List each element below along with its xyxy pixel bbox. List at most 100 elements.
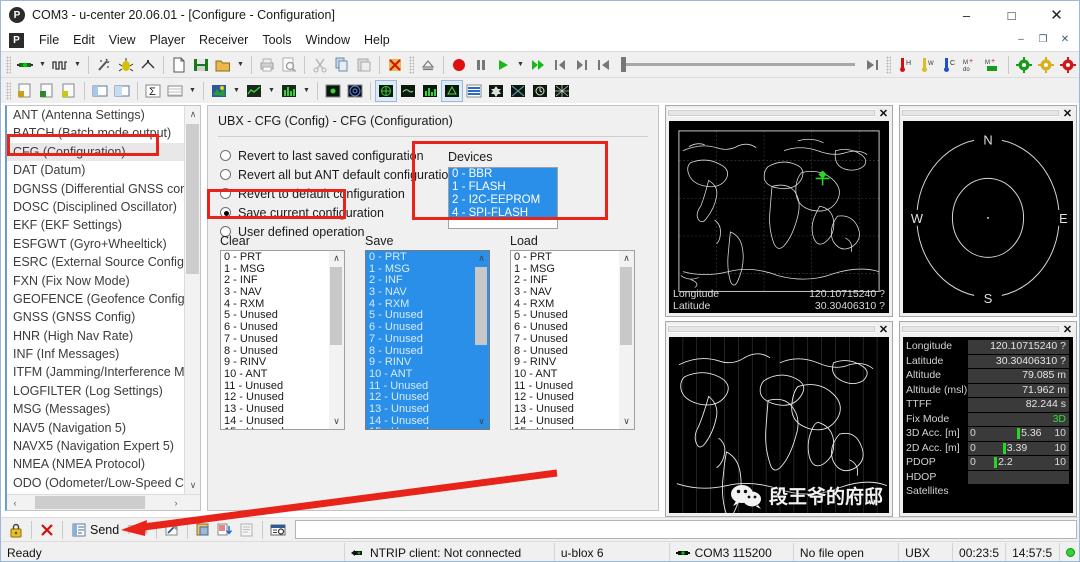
rewind-to-start-icon[interactable]: [593, 54, 615, 76]
list-message-icon[interactable]: [236, 519, 258, 541]
open-file-icon[interactable]: [212, 54, 234, 76]
chart-view-icon[interactable]: [243, 80, 265, 102]
panel-title-bar[interactable]: ✕: [666, 106, 892, 120]
sidebar-item[interactable]: BATCH (Batch mode output): [7, 124, 184, 142]
mdi-restore-button[interactable]: ❐: [1033, 31, 1053, 47]
mdi-minimize-button[interactable]: –: [1011, 31, 1031, 47]
menu-view[interactable]: View: [102, 31, 143, 49]
baudrate-icon[interactable]: [49, 54, 71, 76]
navigation-data-body[interactable]: Longitude 120.10715240 ? Latitude 30.304063…: [903, 337, 1073, 513]
lock-icon[interactable]: [5, 519, 27, 541]
listbox-scroll-thumb[interactable]: [475, 267, 487, 345]
print-icon[interactable]: [256, 54, 278, 76]
cut-icon[interactable]: [309, 54, 331, 76]
sidebar-item[interactable]: DAT (Datum): [7, 161, 184, 179]
slider-handle[interactable]: [621, 57, 626, 72]
sidebar-vertical-scrollbar[interactable]: ∧ ∨: [184, 106, 200, 494]
config-list-item[interactable]: 3 - NAV: [511, 286, 619, 299]
menu-help[interactable]: Help: [357, 31, 397, 49]
config-listbox[interactable]: 0 - PRT 1 - MSG 2 - INF 3 - NAV 4 - RXM 5 - U…: [365, 250, 490, 430]
copy-icon[interactable]: [331, 54, 353, 76]
sidebar-item[interactable]: ESRC (External Source Config): [7, 253, 184, 271]
config-gear-red-icon[interactable]: [1057, 54, 1079, 76]
message-tree-list[interactable]: ANT (Antenna Settings) BATCH (Batch mode …: [5, 105, 201, 511]
world-map-icon[interactable]: [397, 80, 419, 102]
panel-close-icon[interactable]: ✕: [877, 107, 890, 120]
scroll-down-icon[interactable]: ∨: [474, 414, 489, 429]
save-file-icon[interactable]: [190, 54, 212, 76]
config-list-item[interactable]: 7 - Unused: [511, 333, 619, 346]
satellite-level-icon[interactable]: [375, 79, 397, 102]
config-list-item[interactable]: 0 - PRT: [366, 251, 474, 264]
grid-view-icon[interactable]: [551, 80, 573, 102]
sidebar-item[interactable]: GEOFENCE (Geofence Config): [7, 290, 184, 308]
sidebar-hscroll-thumb[interactable]: [35, 496, 145, 509]
device-list-item[interactable]: 4 - SPI-FLASH: [449, 207, 557, 220]
play-icon[interactable]: [492, 54, 514, 76]
data-table-icon[interactable]: [463, 80, 485, 102]
panel-close-icon[interactable]: ✕: [1061, 107, 1074, 120]
panel-grip-icon[interactable]: [668, 109, 875, 117]
scroll-left-icon[interactable]: ‹: [7, 495, 23, 510]
dop-view-icon[interactable]: [485, 80, 507, 102]
thermometer-w-icon[interactable]: W: [916, 54, 938, 76]
listbox-scrollbar[interactable]: ∧ ∨: [619, 251, 634, 429]
panel-grip-icon[interactable]: [668, 325, 875, 333]
toolbar-grip-icon[interactable]: [409, 55, 414, 74]
sidebar-item[interactable]: ODO (Odometer/Low-Speed CO: [7, 474, 184, 492]
sidebar-item[interactable]: DOSC (Disciplined Oscillator): [7, 198, 184, 216]
sidebar-item[interactable]: GNSS (GNSS Config): [7, 308, 184, 326]
command-input[interactable]: [295, 520, 1077, 539]
step-back-icon[interactable]: [549, 54, 571, 76]
radio-button-icon[interactable]: [220, 150, 231, 161]
deviation-map-icon[interactable]: [322, 80, 344, 102]
sidebar-item[interactable]: FXN (Fix Now Mode): [7, 272, 184, 290]
config-list-item[interactable]: 7 - Unused: [221, 333, 329, 346]
sidebar-item[interactable]: NAV5 (Navigation 5): [7, 419, 184, 437]
toolbar-grip-icon[interactable]: [6, 55, 11, 74]
panel-close-icon[interactable]: ✕: [877, 323, 890, 336]
text-console-icon[interactable]: [14, 80, 36, 102]
config-list-item[interactable]: 7 - Unused: [366, 333, 474, 346]
listbox-scroll-thumb[interactable]: [330, 267, 342, 345]
sidebar-scroll-thumb[interactable]: [186, 124, 199, 274]
sidebar-item[interactable]: EKF (EKF Settings): [7, 216, 184, 234]
map-dropdown-icon[interactable]: ▼: [230, 80, 243, 102]
config-list-item[interactable]: 13 - Unused: [511, 403, 619, 416]
new-file-icon[interactable]: [168, 54, 190, 76]
scroll-down-icon[interactable]: ∨: [185, 477, 200, 494]
edit-message-icon[interactable]: [161, 519, 183, 541]
toolbar-grip-icon[interactable]: [6, 81, 11, 100]
radio-button-icon[interactable]: [220, 188, 231, 199]
scroll-down-icon[interactable]: ∨: [329, 414, 344, 429]
panel-grip-icon[interactable]: [902, 109, 1059, 117]
thermometer-c-icon[interactable]: C: [938, 54, 960, 76]
packet-view-icon[interactable]: [89, 80, 111, 102]
sidebar-item[interactable]: ANT (Antenna Settings): [7, 106, 184, 124]
config-list-item[interactable]: 15 - Unused: [366, 427, 474, 429]
config-list-item[interactable]: 15 - Unused: [511, 427, 619, 429]
scroll-up-icon[interactable]: ∧: [185, 106, 200, 123]
config-list-item[interactable]: 10 - ANT: [511, 368, 619, 381]
config-list-item[interactable]: 3 - NAV: [221, 286, 329, 299]
add-message-green-icon[interactable]: M +: [982, 54, 1004, 76]
sidebar-item[interactable]: ESFGWT (Gyro+Wheeltick): [7, 235, 184, 253]
sidebar-item[interactable]: NAVX5 (Navigation Expert 5): [7, 437, 184, 455]
sidebar-item[interactable]: ITFM (Jamming/Interference Mor: [7, 363, 184, 381]
config-list-item[interactable]: 10 - ANT: [221, 368, 329, 381]
config-list-item[interactable]: 15 - Unused: [221, 427, 329, 429]
signal-bars-icon[interactable]: [419, 80, 441, 102]
find-message-icon[interactable]: [267, 519, 289, 541]
cancel-icon[interactable]: [36, 519, 58, 541]
device-list-item[interactable]: 1 - FLASH: [449, 181, 557, 194]
close-button[interactable]: ✕: [1034, 1, 1079, 29]
panel-close-icon[interactable]: ✕: [1061, 323, 1074, 336]
eject-icon[interactable]: [417, 54, 439, 76]
sidebar-item[interactable]: MSG (Messages): [7, 400, 184, 418]
statistics-icon[interactable]: Σ: [142, 80, 164, 102]
pause-icon[interactable]: [470, 54, 492, 76]
map-panel-bottom-body[interactable]: 段王爷的府邸: [669, 337, 889, 513]
play-dropdown-icon[interactable]: ▼: [514, 54, 527, 76]
player-position-slider[interactable]: [621, 57, 855, 72]
sidebar-item[interactable]: INF (Inf Messages): [7, 345, 184, 363]
